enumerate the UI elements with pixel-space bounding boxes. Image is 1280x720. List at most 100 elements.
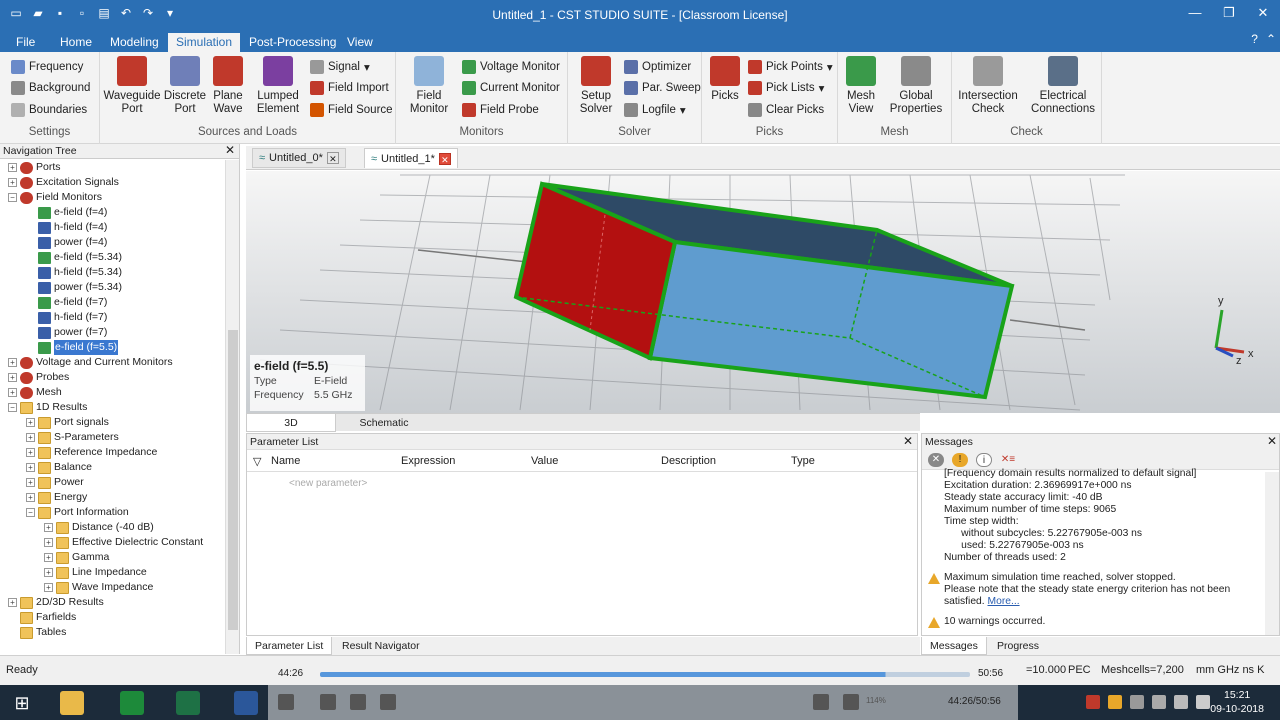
expand-icon[interactable]: + (26, 463, 35, 472)
units-value[interactable]: mm GHz ns K (1196, 664, 1264, 676)
tab-messages[interactable]: Messages (921, 637, 987, 655)
material-value[interactable]: PEC (1068, 664, 1091, 676)
tree-item[interactable]: + Ports (8, 160, 61, 175)
tree-item[interactable]: + Voltage and Current Monitors (8, 355, 173, 370)
tree-item[interactable]: e-field (f=4) (26, 205, 107, 220)
tree-item[interactable]: + Energy (26, 490, 87, 505)
intersection-check-button[interactable]: Intersection Check (956, 56, 1020, 116)
tree-item[interactable]: + S-Parameters (26, 430, 119, 445)
field-probe-button[interactable]: Field Probe (462, 100, 539, 120)
tree-item[interactable]: e-field (f=5.34) (26, 250, 122, 265)
close-icon[interactable]: ✕ (326, 152, 339, 164)
mesh-view-button[interactable]: Mesh View (844, 56, 878, 116)
expand-icon[interactable]: + (8, 598, 17, 607)
column-description[interactable]: Description (661, 455, 716, 467)
tab-file[interactable]: File (8, 33, 43, 52)
tab-progress[interactable]: Progress (989, 637, 1047, 655)
picks-button[interactable]: Picks (708, 56, 742, 103)
column-value[interactable]: Value (531, 455, 558, 467)
pause-icon[interactable] (278, 694, 294, 710)
close-icon[interactable]: ✕ (225, 143, 235, 158)
tree-item[interactable]: h-field (f=4) (26, 220, 107, 235)
expand-icon[interactable]: + (8, 178, 17, 187)
expand-icon[interactable]: + (44, 568, 53, 577)
column-expression[interactable]: Expression (401, 455, 455, 467)
tab-post-processing[interactable]: Post-Processing (241, 33, 344, 52)
collapse-icon[interactable]: − (26, 508, 35, 517)
tree-item[interactable]: + Effective Dielectric Constant (44, 535, 203, 550)
start-button[interactable]: ⊞ (2, 688, 42, 718)
3d-viewport[interactable]: y x z (246, 171, 1280, 413)
tree-item[interactable]: Tables (8, 625, 66, 640)
tree-item[interactable]: power (f=5.34) (26, 280, 122, 295)
error-filter-icon[interactable]: ✕ (928, 453, 944, 467)
discrete-port-button[interactable]: Discrete Port (162, 56, 208, 116)
field-source-button[interactable]: Field Source (310, 100, 393, 120)
current-monitor-button[interactable]: Current Monitor (462, 78, 560, 98)
boundaries-button[interactable]: Boundaries (11, 100, 87, 120)
collapse-icon[interactable]: − (8, 193, 17, 202)
tree-item[interactable]: + Excitation Signals (8, 175, 119, 190)
tab-modeling[interactable]: Modeling (102, 33, 167, 52)
lumped-element-button[interactable]: Lumped Element (250, 56, 306, 116)
spreadsheet-app-button[interactable] (112, 688, 152, 718)
column-type[interactable]: Type (791, 455, 815, 467)
tab-parameter-list[interactable]: Parameter List (246, 637, 333, 655)
tree-item[interactable]: e-field (f=5.5) (26, 340, 119, 355)
tree-item[interactable]: + Line Impedance (44, 565, 147, 580)
next-icon[interactable] (380, 694, 396, 710)
setup-solver-button[interactable]: Setup Solver (576, 56, 616, 116)
more-link[interactable]: More... (988, 596, 1020, 607)
background-button[interactable]: Background (11, 78, 90, 98)
fullscreen-icon[interactable] (813, 694, 829, 710)
excel-button[interactable] (168, 688, 208, 718)
expand-icon[interactable]: + (8, 373, 17, 382)
plane-wave-button[interactable]: Plane Wave (208, 56, 248, 116)
close-icon[interactable]: ✕ (903, 433, 913, 449)
restore-button[interactable]: ❐ (1212, 0, 1246, 28)
tree-item[interactable]: + Mesh (8, 385, 62, 400)
tab-schematic[interactable]: Schematic (338, 414, 430, 432)
optimizer-button[interactable]: Optimizer (624, 57, 691, 77)
volume-icon[interactable] (1174, 695, 1188, 709)
collapse-icon[interactable]: − (8, 403, 17, 412)
tab-simulation[interactable]: Simulation (168, 33, 241, 52)
system-clock[interactable]: 15:21 09-10-2018 (1210, 688, 1264, 716)
messages-scrollbar[interactable] (1265, 472, 1279, 635)
field-monitor-button[interactable]: Field Monitor (404, 56, 454, 116)
video-progress-bar[interactable]: 44:26 50:56 (268, 660, 1018, 686)
voltage-monitor-button[interactable]: Voltage Monitor (462, 57, 560, 77)
close-button[interactable]: ✕ (1246, 0, 1280, 28)
close-icon[interactable]: ✕ (1267, 433, 1277, 449)
tree-item[interactable]: + Power (26, 475, 84, 490)
battery-icon[interactable] (1130, 695, 1144, 709)
par-sweep-button[interactable]: Par. Sweep (624, 78, 701, 98)
notifications-icon[interactable] (1196, 695, 1210, 709)
tree-item[interactable]: + Gamma (44, 550, 109, 565)
expand-icon[interactable]: + (26, 493, 35, 502)
3d-scene[interactable]: y x z (246, 171, 1280, 413)
doc-tab-untitled-0[interactable]: ≈ Untitled_0* ✕ (252, 148, 346, 168)
tree-item[interactable]: + Balance (26, 460, 92, 475)
signal-button[interactable]: Signal ▾ (310, 57, 370, 77)
expand-icon[interactable]: + (26, 478, 35, 487)
tree-item[interactable]: + Distance (-40 dB) (44, 520, 154, 535)
tree-item[interactable]: power (f=4) (26, 235, 107, 250)
scrollbar-thumb[interactable] (228, 330, 238, 630)
tray-app-icon[interactable] (1086, 695, 1100, 709)
tree-item[interactable]: Farfields (8, 610, 76, 625)
tree-item[interactable]: − Field Monitors (8, 190, 102, 205)
file-explorer-button[interactable] (52, 688, 92, 718)
tree-item[interactable]: + Port signals (26, 415, 109, 430)
ribbon-collapse-icon[interactable]: ⌃ (1266, 32, 1276, 46)
tab-view[interactable]: View (339, 33, 381, 52)
tree-item[interactable]: + Wave Impedance (44, 580, 153, 595)
tree-item[interactable]: − 1D Results (8, 400, 87, 415)
new-parameter-row[interactable]: <new parameter> (289, 478, 367, 489)
tab-3d[interactable]: 3D (246, 414, 336, 432)
expand-icon[interactable]: + (44, 583, 53, 592)
network-icon[interactable] (1152, 695, 1166, 709)
clear-picks-button[interactable]: Clear Picks (748, 100, 824, 120)
tab-home[interactable]: Home (52, 33, 100, 52)
video-seek-track[interactable] (320, 672, 970, 677)
